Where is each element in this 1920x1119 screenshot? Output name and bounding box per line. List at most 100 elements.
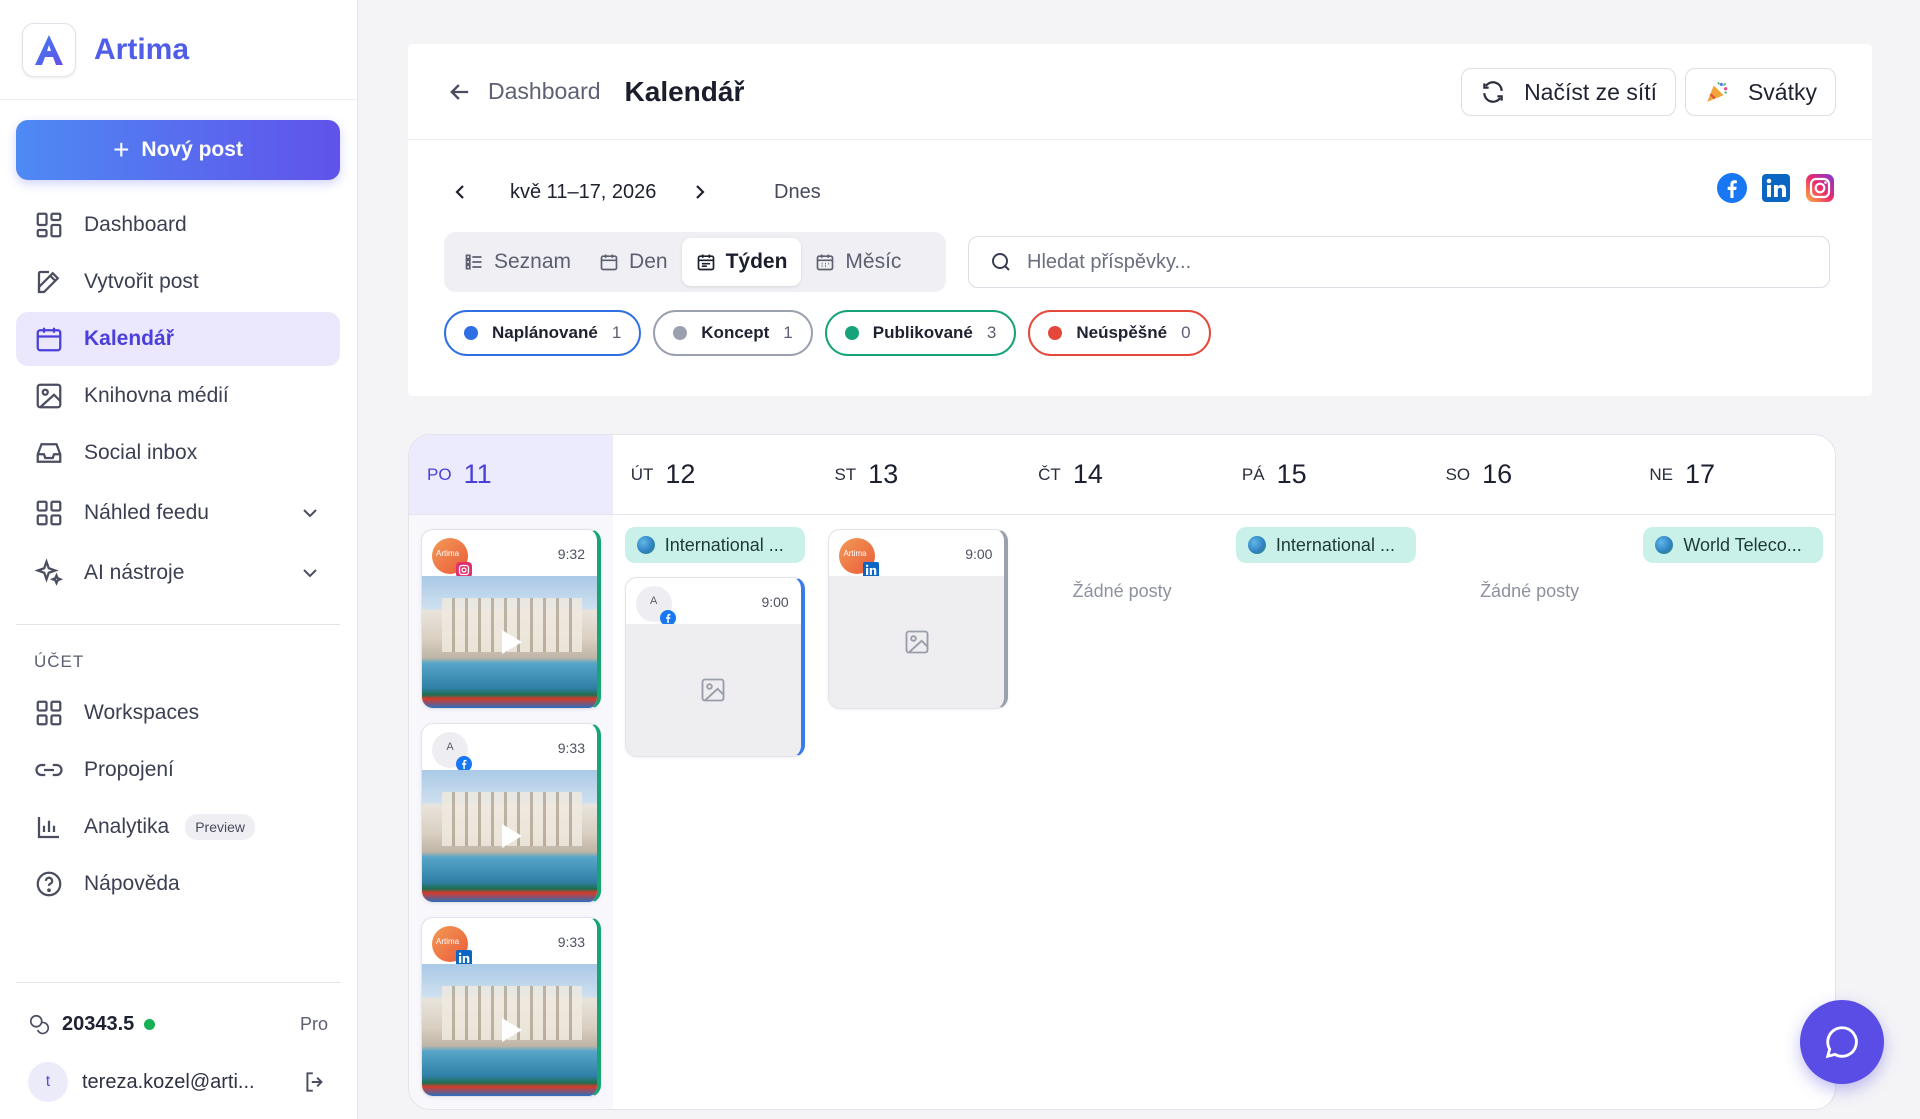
filter-published[interactable]: Publikované 3 (824, 310, 1017, 356)
sidebar-item-help[interactable]: Nápověda (16, 857, 340, 911)
load-button-label: Načíst ze sítí (1524, 78, 1657, 105)
post-time: 9:00 (761, 594, 789, 610)
filter-draft[interactable]: Koncept 1 (653, 310, 813, 356)
sidebar-item-label: Analytika (84, 815, 170, 838)
post-card[interactable]: A 9:00 (624, 577, 805, 757)
page-title: Kalendář (624, 75, 745, 107)
holiday-tag[interactable]: International ... (1235, 527, 1416, 563)
sidebar-item-create-post[interactable]: Vytvořit post (16, 255, 340, 309)
day-date: 15 (1276, 459, 1307, 489)
day-header-thu[interactable]: ČT 14 (1020, 435, 1224, 514)
empty-day-label: Žádné posty (1072, 581, 1172, 601)
post-thumbnail (422, 770, 597, 902)
instagram-icon[interactable] (1804, 172, 1836, 204)
sidebar-item-calendar[interactable]: Kalendář (16, 312, 340, 366)
play-icon (502, 1018, 522, 1042)
post-card[interactable]: Artima 9:00 (828, 529, 1009, 709)
facebook-icon[interactable] (1716, 172, 1748, 204)
globe-icon (636, 536, 655, 554)
holiday-tag[interactable]: International ... (624, 527, 805, 563)
today-button[interactable]: Dnes (774, 181, 821, 204)
post-card[interactable]: Artima 9:33 (421, 917, 601, 1097)
post-card[interactable]: A 9:33 (421, 723, 601, 903)
chevron-down-icon[interactable] (298, 501, 322, 525)
day-column-thu[interactable]: Žádné posty (1020, 515, 1224, 1109)
sidebar-divider (16, 982, 340, 983)
coins-icon (29, 1014, 50, 1035)
filter-scheduled[interactable]: Naplánované 1 (444, 310, 642, 356)
post-card[interactable]: Artima 9:32 (421, 529, 601, 709)
sidebar-item-dashboard[interactable]: Dashboard (16, 198, 340, 252)
back-arrow-icon[interactable] (446, 78, 474, 106)
holiday-tag[interactable]: World Teleco... (1643, 527, 1824, 563)
sidebar-item-feed-preview[interactable]: Náhled feedu (16, 486, 340, 540)
social-network-filters (1716, 172, 1836, 204)
search-input[interactable] (1027, 250, 1787, 274)
day-column-tue[interactable]: International ... A 9:00 (613, 515, 817, 1109)
day-header-mon[interactable]: PO 11 (409, 435, 613, 514)
new-post-button[interactable]: + Nový post (16, 120, 340, 180)
sidebar-item-workspaces[interactable]: Workspaces (16, 686, 340, 740)
avatar-label: A (446, 741, 454, 753)
day-header-tue[interactable]: ÚT 12 (613, 435, 817, 514)
calendar-icon (36, 327, 62, 352)
chevron-left-icon[interactable] (448, 180, 472, 204)
tab-week[interactable]: Týden (681, 238, 802, 286)
tab-list[interactable]: Seznam (450, 238, 585, 286)
image-icon (905, 630, 929, 654)
logout-icon[interactable] (302, 1069, 328, 1095)
week-navigator: kvě 11–17, 2026 Dnes (448, 172, 1848, 212)
day-column-mon[interactable]: Artima 9:32 A 9:33 Artima 9:33 (409, 515, 613, 1109)
day-header-wed[interactable]: ST 13 (816, 435, 1020, 514)
chevron-right-icon[interactable] (688, 180, 712, 204)
day-header-fri[interactable]: PÁ 15 (1224, 435, 1428, 514)
holidays-button-label: Svátky (1747, 78, 1817, 105)
avatar-label: A (650, 595, 658, 607)
sidebar-item-label: Propojení (84, 758, 174, 781)
credits-value: 20343.5 (62, 1012, 135, 1035)
status-dot (144, 1018, 156, 1030)
filter-count: 1 (783, 323, 793, 342)
day-column-sat[interactable]: Žádné posty (1428, 515, 1632, 1109)
no-image-placeholder (829, 576, 1005, 708)
sidebar-item-label: Nápověda (84, 872, 180, 895)
holidays-button[interactable]: Svátky (1684, 68, 1836, 116)
chevron-down-icon[interactable] (298, 561, 322, 585)
chat-button[interactable] (1800, 1000, 1884, 1084)
day-header-sun[interactable]: NE 17 (1631, 435, 1835, 514)
sidebar-item-social-inbox[interactable]: Social inbox (16, 426, 340, 480)
avatar[interactable]: t (28, 1062, 68, 1102)
search-box (968, 236, 1830, 288)
linkedin-icon[interactable] (1760, 172, 1792, 204)
day-date: 11 (463, 459, 492, 489)
post-card-header: A 9:33 (422, 724, 597, 772)
app-logo[interactable] (22, 22, 76, 77)
tab-label: Den (629, 250, 668, 273)
day-column-wed[interactable]: Artima 9:00 (816, 515, 1020, 1109)
tab-day[interactable]: Den (585, 238, 682, 286)
avatar: A (635, 586, 676, 626)
day-name: PO (427, 464, 452, 484)
load-from-networks-button[interactable]: Načíst ze sítí (1461, 68, 1676, 116)
breadcrumb[interactable]: Dashboard (488, 78, 601, 105)
filter-label: Naplánované (492, 323, 598, 342)
day-column-fri[interactable]: International ... (1224, 515, 1428, 1109)
sidebar-item-media-library[interactable]: Knihovna médií (16, 369, 340, 423)
sidebar-item-analytics[interactable]: Analytika Preview (16, 800, 340, 854)
day-date: 13 (868, 459, 899, 489)
sidebar-item-label: Social inbox (84, 441, 198, 464)
week-calendar: PO 11 ÚT 12 ST 13 ČT 14 PÁ 15 SO 16 NE 17 Artim… (408, 434, 1836, 1110)
sidebar-item-connections[interactable]: Propojení (16, 743, 340, 797)
post-time: 9:33 (557, 740, 585, 756)
sidebar-item-label: Knihovna médií (84, 384, 229, 407)
sidebar-item-ai-tools[interactable]: AI nástroje (16, 546, 340, 600)
post-card-header: Artima 9:32 (422, 530, 597, 578)
empty-day-label: Žádné posty (1480, 581, 1580, 601)
chat-bubble-icon (1825, 1026, 1858, 1059)
tab-month[interactable]: Měsíc (801, 238, 915, 286)
day-header-sat[interactable]: SO 16 (1428, 435, 1632, 514)
filter-failed[interactable]: Neúspěšné 0 (1028, 310, 1211, 356)
calendar-header-card: Dashboard Kalendář Načíst ze sítí Svátky… (408, 44, 1872, 396)
grid-icon (36, 500, 62, 526)
status-dot (1048, 326, 1063, 340)
